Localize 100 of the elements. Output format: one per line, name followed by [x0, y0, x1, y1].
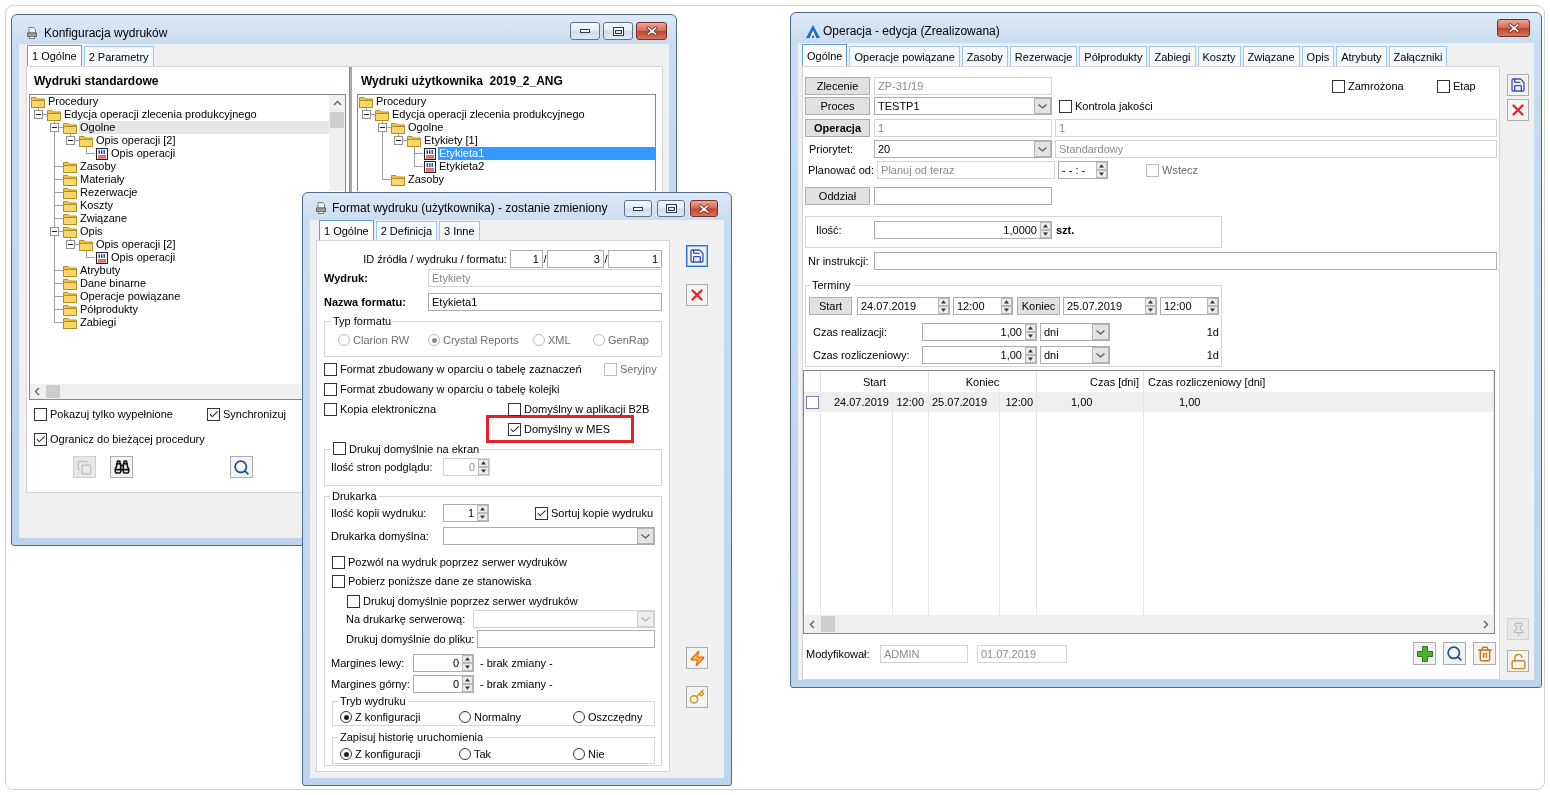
- tab[interactable]: Atrybuty: [1336, 46, 1387, 66]
- tree-item[interactable]: Opis operacji: [110, 251, 177, 264]
- binoculars-button[interactable]: [110, 456, 133, 478]
- column-header[interactable]: Koniec: [965, 375, 1000, 388]
- scrollbar-thumb[interactable]: [330, 112, 344, 128]
- checkbox[interactable]: [332, 574, 345, 588]
- radio-button[interactable]: [459, 711, 471, 723]
- checkbox[interactable]: [508, 402, 521, 416]
- column-header[interactable]: Czas [dni]: [1090, 375, 1139, 388]
- checkbox[interactable]: [34, 407, 47, 421]
- process-combo[interactable]: TESTP1: [874, 97, 1052, 115]
- chevron-down-icon[interactable]: [637, 528, 654, 544]
- minus-box-icon[interactable]: [50, 227, 59, 236]
- id-field[interactable]: 1: [509, 250, 543, 268]
- tree-item[interactable]: Opis operacji [2]: [95, 134, 177, 147]
- time-field[interactable]: 12:00: [953, 297, 1013, 315]
- minus-box-icon[interactable]: [394, 136, 403, 145]
- unit-combo[interactable]: dni: [1040, 323, 1110, 341]
- number-field[interactable]: 0: [413, 654, 474, 672]
- checkbox[interactable]: [324, 362, 337, 376]
- chevron-left-icon[interactable]: [809, 619, 815, 629]
- tree-item[interactable]: Opis: [79, 225, 104, 238]
- scrollbar[interactable]: [329, 95, 345, 191]
- date-field[interactable]: 25.07.2019: [1063, 297, 1157, 315]
- checkbox[interactable]: [324, 402, 337, 416]
- chevron-left-icon[interactable]: [34, 387, 40, 396]
- checkbox[interactable]: [535, 506, 548, 520]
- column-header[interactable]: Start: [862, 375, 887, 388]
- scrollbar[interactable]: [30, 384, 301, 399]
- duration-field[interactable]: 1,00: [922, 346, 1037, 364]
- tab[interactable]: Opis: [1301, 46, 1335, 66]
- checkbox[interactable]: [1059, 99, 1072, 113]
- lightning-button[interactable]: [686, 647, 708, 669]
- number-field[interactable]: 0: [413, 675, 474, 693]
- tree-item[interactable]: Operacje powiązane: [79, 290, 182, 303]
- number-field[interactable]: 1: [443, 504, 489, 522]
- tree-item[interactable]: Rezerwacje: [79, 186, 139, 199]
- tree-item[interactable]: Materiały: [79, 173, 126, 186]
- operation-button[interactable]: Operacja: [805, 119, 870, 137]
- minus-box-icon[interactable]: [66, 136, 75, 145]
- tree-item[interactable]: Dane binarne: [79, 277, 148, 290]
- tree-item[interactable]: Ogolne: [79, 121, 329, 134]
- tree-item[interactable]: Zasoby: [79, 160, 118, 173]
- format-name-field[interactable]: Etykieta1: [428, 293, 662, 311]
- scrollbar-thumb[interactable]: [821, 616, 835, 632]
- delete-button[interactable]: [1507, 99, 1529, 121]
- tree-item[interactable]: Procedury: [375, 95, 428, 108]
- order-button[interactable]: Zlecenie: [805, 77, 870, 95]
- priority-combo[interactable]: 20: [874, 140, 1052, 158]
- chevron-up-icon[interactable]: [332, 100, 342, 106]
- tree-item[interactable]: Procedury: [47, 95, 100, 108]
- chevron-down-icon[interactable]: [1034, 98, 1051, 114]
- up-down-arrows-icon[interactable]: [938, 298, 949, 314]
- tab[interactable]: Operacje powiązane: [849, 46, 960, 66]
- up-down-arrows-icon[interactable]: [1096, 162, 1108, 178]
- quantity-field[interactable]: 1,0000: [874, 221, 1052, 239]
- up-down-arrows-icon[interactable]: [477, 505, 488, 521]
- chevron-down-icon[interactable]: [1092, 324, 1109, 340]
- tab[interactable]: 2 Definicja: [375, 221, 437, 240]
- instruction-field[interactable]: [874, 252, 1497, 270]
- maximize-button[interactable]: [657, 200, 685, 217]
- process-button[interactable]: Proces: [805, 97, 870, 115]
- tab[interactable]: Ogólne: [802, 44, 848, 66]
- file-path-field[interactable]: [477, 630, 655, 648]
- tree-item[interactable]: Etykieta2: [438, 160, 486, 173]
- checkbox[interactable]: [1437, 79, 1450, 93]
- minimize-button[interactable]: [624, 200, 652, 217]
- tab[interactable]: Koszty: [1197, 46, 1241, 66]
- scrollbar-thumb[interactable]: [46, 385, 60, 398]
- checkbox[interactable]: [34, 432, 47, 446]
- chevron-down-icon[interactable]: [1034, 141, 1051, 157]
- minus-box-icon[interactable]: [66, 240, 75, 249]
- unit-combo[interactable]: dni: [1040, 346, 1110, 364]
- tree-item[interactable]: Opis operacji [2]: [95, 238, 177, 251]
- minus-box-icon[interactable]: [34, 110, 43, 119]
- checkbox[interactable]: [332, 555, 345, 569]
- tree-item[interactable]: Koszty: [79, 199, 114, 212]
- delete-button[interactable]: [686, 284, 708, 306]
- radio-button[interactable]: [340, 748, 352, 760]
- checkbox[interactable]: [207, 407, 220, 421]
- checkbox[interactable]: [347, 594, 360, 608]
- scrollbar[interactable]: [804, 615, 1494, 633]
- maximize-button[interactable]: [603, 22, 633, 40]
- time-field[interactable]: 12:00: [1160, 297, 1219, 315]
- up-down-arrows-icon[interactable]: [1040, 222, 1051, 238]
- close-button[interactable]: [1497, 19, 1530, 37]
- tree-item[interactable]: Opis operacji: [110, 147, 177, 160]
- radio-button[interactable]: [459, 748, 471, 760]
- tree-item[interactable]: Edycja operacji zlecenia produkcyjnego: [63, 108, 258, 121]
- save-button[interactable]: [686, 245, 708, 267]
- checkbox[interactable]: [333, 442, 346, 455]
- minimize-button[interactable]: [570, 22, 600, 40]
- tree-item[interactable]: Edycja operacji zlecenia produkcyjnego: [391, 108, 586, 121]
- tree-item[interactable]: Związane: [79, 212, 129, 225]
- time-field[interactable]: - - : -: [1058, 161, 1109, 179]
- tab[interactable]: 2 Parametry: [83, 46, 154, 66]
- table-row[interactable]: 24.07.2019 12:00 25.07.2019 12:00 1,00 1,00: [804, 392, 1494, 412]
- close-button[interactable]: [690, 200, 718, 217]
- tab[interactable]: Zabiegi: [1149, 46, 1196, 66]
- close-button[interactable]: [636, 22, 667, 40]
